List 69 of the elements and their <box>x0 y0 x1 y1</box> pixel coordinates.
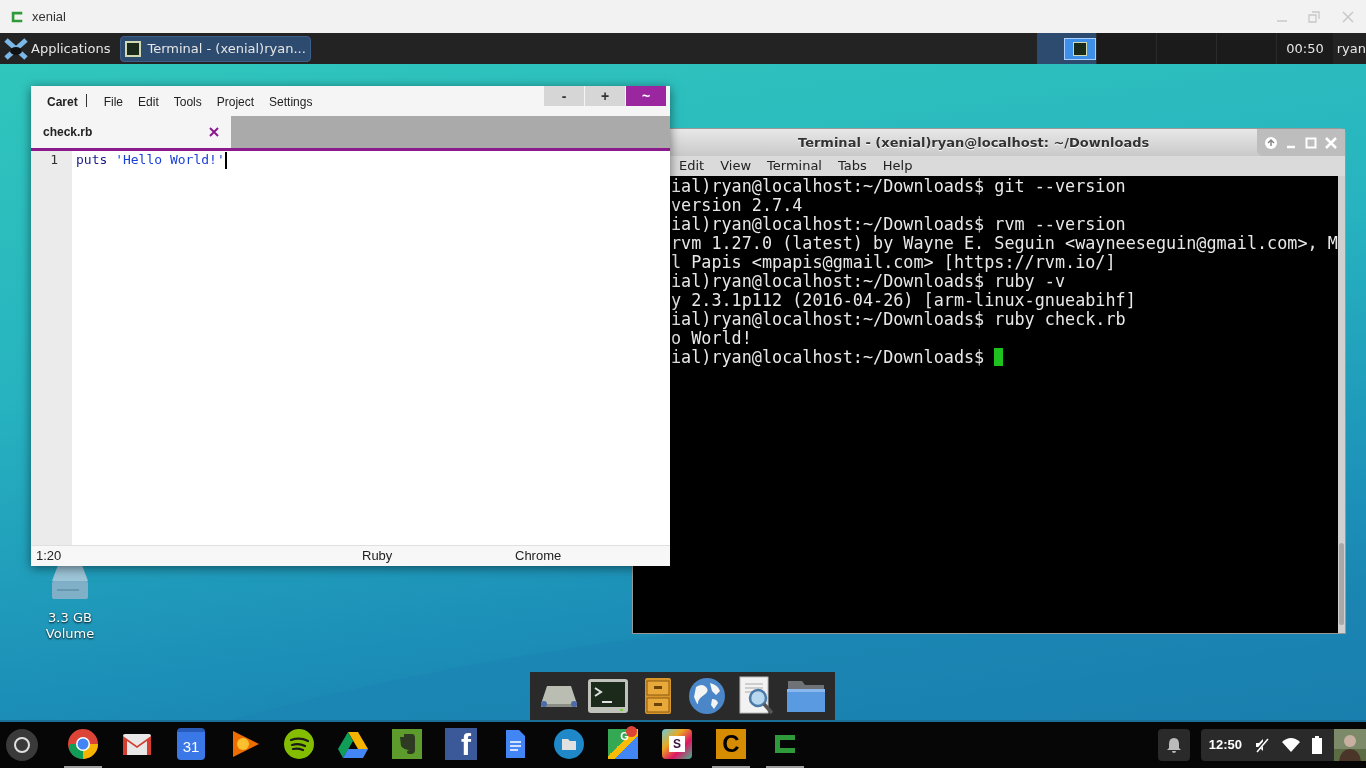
mouse-logo-icon <box>4 37 28 60</box>
arrow-up-icon[interactable] <box>1265 136 1277 149</box>
terminal-line: l Papis <mpapis@gmail.com> [https://rvm.io/] <box>671 253 1116 272</box>
status-area[interactable]: 12:50 <box>1200 729 1366 761</box>
caret-app-button[interactable]: C <box>714 727 748 761</box>
terminal-line: o World! <box>671 329 752 348</box>
drive-launcher-icon[interactable] <box>538 684 579 708</box>
shelf-item[interactable]: f <box>442 722 480 768</box>
user-name: ryan <box>1335 39 1366 58</box>
window-button[interactable]: + <box>585 86 625 106</box>
language-mode[interactable]: Ruby <box>362 546 515 566</box>
wifi-icon <box>1282 738 1300 752</box>
terminal-line: ial)ryan@localhost:~/Downloads$ rvm --version <box>671 215 1126 234</box>
menu-item[interactable]: Edit <box>679 156 705 176</box>
menu-item[interactable]: Tools <box>173 93 202 111</box>
shelf-item[interactable]: C <box>712 722 750 768</box>
launcher-button[interactable] <box>6 729 38 761</box>
chrome-app-icon[interactable] <box>67 728 99 760</box>
app-name: Caret <box>47 94 78 111</box>
theme-name[interactable]: Chrome <box>515 546 562 566</box>
shelf-item[interactable]: S <box>658 722 696 768</box>
cabinet-launcher-icon[interactable] <box>643 677 672 715</box>
shelf-clock: 12:50 <box>1208 736 1242 755</box>
files-app-icon[interactable] <box>553 728 585 760</box>
muted-speaker-icon <box>1254 737 1270 753</box>
shelf-item[interactable]: 31 <box>172 722 210 768</box>
facebook-app-button[interactable]: f <box>444 727 478 761</box>
user-avatar[interactable] <box>1334 729 1366 761</box>
calendar-app-button[interactable]: 31 <box>174 727 208 761</box>
menu-item[interactable]: Tabs <box>838 156 867 176</box>
terminal-line: y 2.3.1p112 (2016-04-26) [arm-linux-gnueabihf] <box>671 291 1136 310</box>
terminal-line: rvm 1.27.0 (latest) by Wayne E. Seguin <wayneeseguin@gmail.com>, M <box>671 234 1338 253</box>
menu-item[interactable]: Help <box>882 156 913 176</box>
applications-menu[interactable]: Applications <box>0 33 121 64</box>
code-line: puts 'Hello World!' <box>76 151 225 169</box>
menu-item[interactable]: File <box>103 93 124 111</box>
slack-app-button[interactable]: S <box>660 727 694 761</box>
window-title: xenial <box>32 7 66 26</box>
terminal-line: ial)ryan@localhost:~/Downloads$ git --version <box>671 177 1126 196</box>
menu-item[interactable]: Settings <box>269 93 313 111</box>
viewer-launcher-icon[interactable] <box>738 676 775 716</box>
terminal-line: ial)ryan@localhost:~/Downloads$ ruby -v <box>671 272 1066 291</box>
terminal-line: version 2.7.4 <box>671 196 803 215</box>
panel-clock: 00:50 <box>1277 33 1333 64</box>
notification-button[interactable] <box>1157 729 1190 761</box>
window-button[interactable]: ~ <box>626 86 666 106</box>
folder-launcher-icon[interactable] <box>786 679 827 713</box>
taskbar-button[interactable]: Terminal - (xenial)ryan... <box>120 35 311 62</box>
terminal-line: ial)ryan@localhost:~/Downloads$ <box>671 348 986 367</box>
workspace-button[interactable] <box>1037 33 1098 64</box>
window-button[interactable]: - <box>544 86 584 106</box>
bell-icon <box>1166 737 1181 753</box>
globe-launcher-icon[interactable] <box>688 677 727 715</box>
spotify-app-icon[interactable] <box>283 728 315 760</box>
terminal-title: Terminal - (xenial)ryan@localhost: ~/Downloads <box>798 133 1150 152</box>
app-icon <box>10 9 24 24</box>
menu-item[interactable]: Terminal <box>767 156 822 176</box>
close-icon[interactable] <box>209 127 219 137</box>
evernote-app-icon[interactable] <box>391 728 423 760</box>
menu-item[interactable]: View <box>720 156 752 176</box>
line-number: 1 <box>49 151 59 169</box>
file-tab[interactable]: check.rb <box>31 116 231 148</box>
menu-item[interactable]: Project <box>216 93 255 111</box>
battery-icon <box>1312 736 1322 754</box>
text-cursor <box>224 151 227 169</box>
cursor-position: 1:20 <box>36 547 63 566</box>
menu-item[interactable]: Edit <box>138 93 159 111</box>
terminal-launcher-icon[interactable] <box>587 678 630 714</box>
terminal-line: ial)ryan@localhost:~/Downloads$ ruby check.rb <box>671 310 1126 329</box>
